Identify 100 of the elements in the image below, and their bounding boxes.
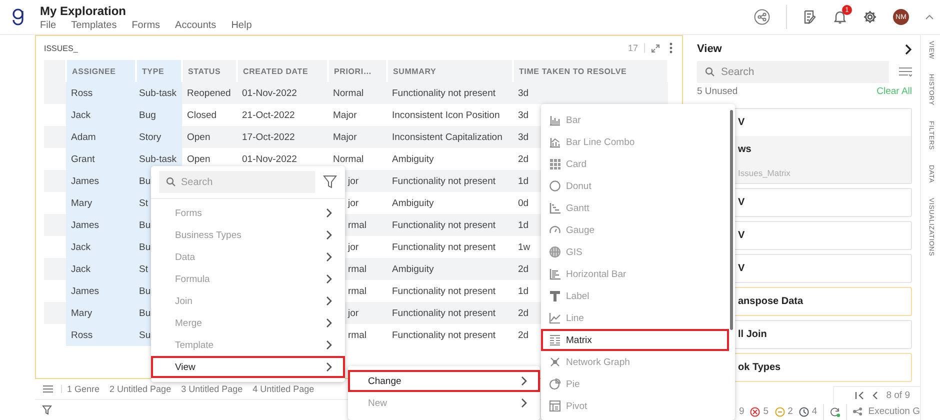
table-cell: Ambiguity	[392, 264, 434, 274]
table-cell: Functionality not present	[392, 220, 496, 230]
menu-item[interactable]: New	[348, 392, 540, 414]
clear-all-link[interactable]: Clear All	[876, 86, 912, 97]
list-icon[interactable]	[899, 67, 912, 77]
chevron-up-icon[interactable]	[925, 14, 934, 20]
filter-icon[interactable]	[42, 405, 52, 416]
menu-item[interactable]: Merge	[151, 312, 345, 334]
unused-count: 5 Unused	[697, 86, 738, 97]
chevron-right-icon	[325, 318, 333, 328]
table-cell: Major	[333, 110, 357, 120]
column-header[interactable]: SUMMARY	[387, 60, 513, 82]
more-icon[interactable]	[668, 42, 674, 54]
table-cell: Functionality not present	[392, 286, 496, 296]
chevron-right-icon	[325, 296, 333, 306]
filter-icon[interactable]	[323, 175, 337, 189]
edit-icon[interactable]	[803, 10, 817, 24]
menu-item[interactable]: Help	[231, 20, 252, 30]
page-tab[interactable]: 4 Untitled Page	[248, 384, 320, 394]
menu-item[interactable]: View	[151, 356, 345, 378]
expand-icon[interactable]	[651, 44, 660, 52]
table-cell: rmal	[348, 330, 366, 340]
first-page-icon[interactable]	[855, 390, 864, 400]
bar-chart-icon	[549, 114, 561, 126]
table-cell: St	[139, 264, 148, 274]
table-cell: Su	[139, 330, 151, 340]
table-cell: Normal	[333, 154, 364, 164]
table-cell: Story	[139, 132, 162, 142]
menu-item[interactable]: Pivot	[541, 395, 729, 417]
chevron-right-icon	[325, 230, 333, 240]
card-title: V	[737, 116, 746, 130]
column-header[interactable]: PRIORI…	[328, 60, 387, 82]
column-header[interactable]: STATUS	[182, 60, 237, 82]
table-cell: jor	[348, 242, 359, 252]
menu-item[interactable]: Matrix	[541, 329, 729, 351]
menu-item[interactable]: Template	[151, 334, 345, 356]
scrollbar[interactable]	[730, 110, 733, 330]
horizontal-bar-icon	[549, 268, 561, 280]
table-cell: rmal	[348, 264, 366, 274]
execution-graph-link[interactable]: Execution G	[868, 406, 920, 418]
settings-icon[interactable]	[863, 10, 877, 24]
menu-item[interactable]: Forms	[151, 202, 345, 224]
search-field[interactable]: Search	[697, 61, 889, 83]
menu-item[interactable]: Formula	[151, 268, 345, 290]
table-cell: Grant	[71, 154, 95, 164]
column-header[interactable]: ASSIGNEE	[66, 60, 136, 82]
card-label: ws	[737, 143, 752, 157]
table-cell: Adam	[71, 132, 96, 142]
table-cell: Bu	[139, 286, 151, 296]
network-icon	[549, 356, 561, 368]
search-field[interactable]: Search	[159, 171, 315, 193]
table-cell: 01-Nov-2022	[242, 154, 297, 164]
table-cell: rmal	[348, 220, 366, 230]
status-count: 5	[763, 406, 769, 418]
globe-icon	[549, 246, 561, 258]
chevron-right-icon[interactable]	[904, 44, 912, 54]
table-cell: Jack	[71, 264, 91, 274]
table-cell: Ross	[71, 330, 93, 340]
table-cell: Functionality not present	[392, 242, 496, 252]
column-header[interactable]: TIME TAKEN TO RESOLVE	[513, 60, 668, 82]
table-cell: Ross	[71, 88, 93, 98]
menu-item[interactable]: File	[40, 20, 56, 30]
bell-icon[interactable]	[833, 10, 847, 24]
menu-item[interactable]: Join	[151, 290, 345, 312]
page-tab[interactable]: 3 Untitled Page	[176, 384, 248, 394]
status-count: 4	[812, 406, 818, 418]
table-cell: Functionality not present	[392, 176, 496, 186]
table-cell: Inconsistent Capitalization	[392, 132, 502, 142]
table-cell: Sub-task	[139, 154, 176, 164]
menu-item[interactable]: Data	[151, 246, 345, 268]
page-tab[interactable]: 1 Genre	[62, 384, 105, 394]
table-cell: jor	[348, 176, 359, 186]
share-icon[interactable]	[754, 9, 770, 25]
table-cell: 1d	[518, 220, 529, 230]
table-cell: Jack	[71, 110, 91, 120]
line-chart-icon	[549, 312, 561, 324]
menu-item[interactable]: Change	[348, 370, 540, 392]
row-count: 17	[628, 43, 645, 53]
table-cell: Open	[187, 154, 210, 164]
pie-chart-icon	[549, 378, 561, 390]
previous-icon[interactable]	[872, 390, 878, 400]
table-cell: Jack	[71, 242, 91, 252]
text-icon	[549, 290, 561, 302]
column-header[interactable]: TYPE	[136, 60, 182, 82]
page-tab[interactable]: 2 Untitled Page	[104, 384, 176, 394]
menu-item[interactable]: Accounts	[175, 20, 216, 30]
table-cell: Open	[187, 132, 210, 142]
menu-item[interactable]: Forms	[132, 20, 160, 30]
chevron-right-icon	[325, 340, 333, 350]
table-cell: James	[71, 286, 99, 296]
column-header[interactable]: CREATED DATE	[237, 60, 328, 82]
table-cell: Bu	[139, 242, 151, 252]
refresh-icon[interactable]	[830, 406, 840, 418]
card-subtitle: Issues_Matrix	[737, 167, 792, 180]
table-cell: Closed	[187, 110, 217, 120]
table-cell: 3d	[518, 110, 529, 120]
menu-icon[interactable]	[43, 385, 53, 394]
menu-item[interactable]: Templates	[71, 20, 117, 30]
table-cell: 2d	[518, 264, 529, 274]
menu-item[interactable]: Business Types	[151, 224, 345, 246]
